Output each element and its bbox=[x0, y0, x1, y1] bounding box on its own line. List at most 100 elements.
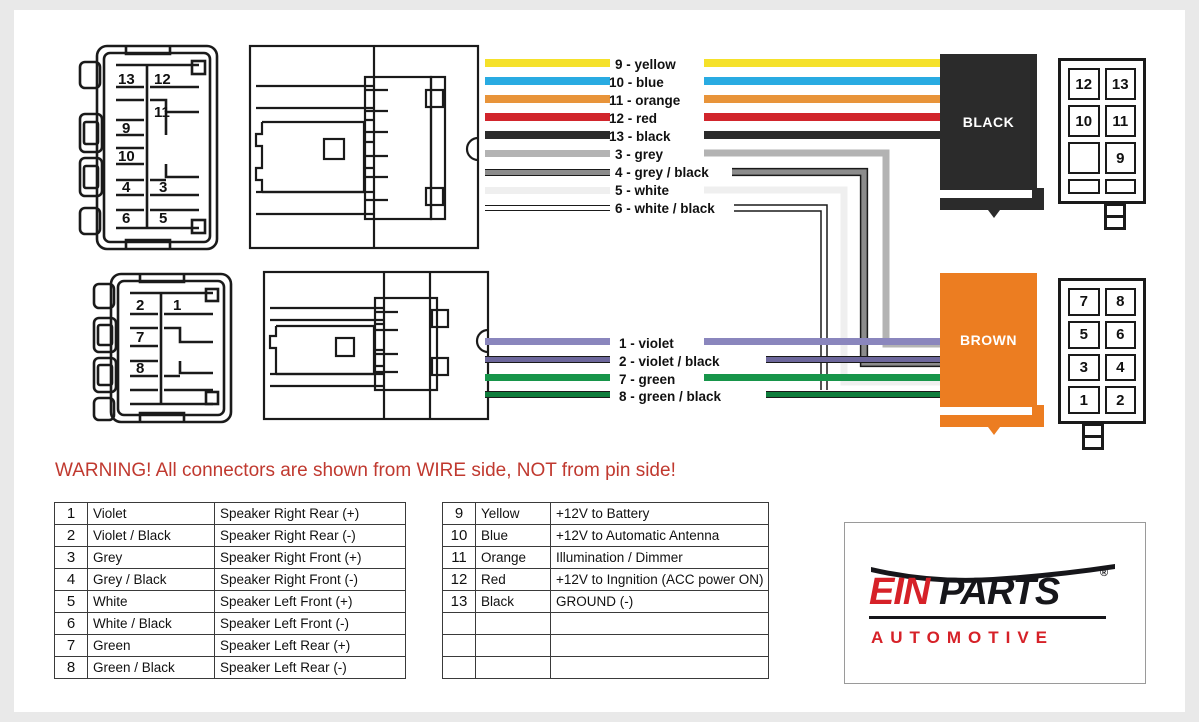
wire-label-7: 7 - green bbox=[619, 372, 676, 387]
wire-routing-3456 bbox=[704, 149, 946, 390]
svg-text:13: 13 bbox=[118, 71, 135, 88]
pin-cell: 2 bbox=[1104, 386, 1136, 414]
pin-color: Black bbox=[475, 590, 551, 613]
logo-text-parts: PARTS bbox=[939, 571, 1060, 613]
wire-run-9 bbox=[704, 59, 944, 67]
wire-label-6: 6 - white / black bbox=[615, 201, 715, 216]
table-row bbox=[442, 634, 770, 657]
logo-tagline: AUTOMOTIVE bbox=[871, 628, 1055, 647]
wire-label-8: 8 - green / black bbox=[619, 389, 722, 404]
wire-label-9: 9 - yellow bbox=[615, 57, 676, 72]
pin-color bbox=[475, 634, 551, 657]
wire-run-7 bbox=[704, 374, 944, 381]
pin-color: Grey / Black bbox=[87, 568, 215, 591]
wire-stub-9 bbox=[485, 59, 610, 67]
table-row: 10 Blue +12V to Automatic Antenna bbox=[442, 524, 770, 547]
wire-label-3: 3 - grey bbox=[615, 147, 664, 162]
pin-cell: 12 bbox=[1068, 68, 1100, 100]
pin-function: Speaker Left Rear (+) bbox=[214, 634, 406, 657]
pin-color: Grey bbox=[87, 546, 215, 569]
svg-text:5: 5 bbox=[159, 210, 167, 227]
pin-function bbox=[549, 656, 770, 679]
table-row: 4 Grey / Black Speaker Right Front (-) bbox=[54, 568, 406, 591]
svg-text:7: 7 bbox=[136, 329, 144, 346]
pingrid-brown-stem-foot bbox=[1082, 435, 1104, 450]
pin-color: White / Black bbox=[87, 612, 215, 635]
pin-number bbox=[442, 634, 476, 657]
warning-text: WARNING! All connectors are shown from W… bbox=[55, 460, 676, 481]
table-row: 11 Orange Illumination / Dimmer bbox=[442, 546, 770, 569]
pin-function: Speaker Left Front (+) bbox=[214, 590, 406, 613]
pin-number: 11 bbox=[442, 546, 476, 569]
svg-text:8: 8 bbox=[136, 360, 144, 377]
pin-number: 12 bbox=[442, 568, 476, 591]
wire-stub-1 bbox=[485, 338, 610, 345]
pin-function: GROUND (-) bbox=[549, 590, 770, 613]
pin-cell: 4 bbox=[1104, 353, 1136, 382]
wire-run-1 bbox=[704, 338, 944, 345]
wire-label-13: 13 - black bbox=[609, 129, 671, 144]
pin-function: Speaker Left Front (-) bbox=[214, 612, 406, 635]
logo-text-ein: EIN bbox=[869, 571, 930, 613]
table-row: 2 Violet / Black Speaker Right Rear (-) bbox=[54, 524, 406, 547]
svg-text:12: 12 bbox=[154, 71, 171, 88]
pin-color: Violet / Black bbox=[87, 524, 215, 547]
pin-cell: 6 bbox=[1104, 320, 1136, 349]
wire-run-8 bbox=[766, 391, 944, 398]
table-row bbox=[442, 612, 770, 635]
svg-text:2: 2 bbox=[136, 297, 144, 314]
wire-stub-13 bbox=[485, 131, 610, 139]
pin-cell: 7 bbox=[1068, 288, 1100, 316]
pingrid-black-stem-foot bbox=[1104, 215, 1126, 230]
connector-top-left: 13 12 11 9 10 4 3 6 5 bbox=[74, 40, 239, 255]
pin-cell: 8 bbox=[1104, 288, 1136, 316]
table-row: 5 White Speaker Left Front (+) bbox=[54, 590, 406, 613]
table-row bbox=[442, 656, 770, 679]
pin-color bbox=[475, 656, 551, 679]
svg-text:4: 4 bbox=[122, 179, 131, 196]
pin-cell: 11 bbox=[1104, 105, 1136, 137]
pin-color: Green / Black bbox=[87, 656, 215, 679]
pin-number: 9 bbox=[442, 502, 476, 525]
pin-function: Speaker Left Rear (-) bbox=[214, 656, 406, 679]
brand-logo: EIN PARTS ® AUTOMOTIVE bbox=[844, 522, 1146, 684]
pin-function: +12V to Ingnition (ACC power ON) bbox=[549, 568, 770, 591]
wire-run-10 bbox=[704, 77, 944, 85]
diagram-page: 13 12 11 9 10 4 3 6 5 2 1 7 8 9 - yellow… bbox=[0, 0, 1199, 722]
pin-cell bbox=[1068, 179, 1100, 194]
wire-label-1: 1 - violet bbox=[619, 336, 674, 351]
svg-text:9: 9 bbox=[122, 120, 130, 137]
pin-table-left: 1 Violet Speaker Right Rear (+) 2 Violet… bbox=[54, 502, 406, 679]
pin-function: Speaker Right Front (-) bbox=[214, 568, 406, 591]
pin-number: 3 bbox=[54, 546, 88, 569]
pin-number bbox=[442, 656, 476, 679]
svg-text:6: 6 bbox=[122, 210, 130, 227]
wire-run-2 bbox=[766, 356, 944, 363]
wire-stub-12 bbox=[485, 113, 610, 121]
black-block-tab bbox=[940, 188, 1044, 218]
wire-label-10: 10 - blue bbox=[609, 75, 664, 90]
pin-number: 13 bbox=[442, 590, 476, 613]
wire-stub-6 bbox=[485, 205, 610, 211]
pin-number: 2 bbox=[54, 524, 88, 547]
wire-stub-3 bbox=[485, 150, 610, 157]
pin-table-right: 9 Yellow +12V to Battery 10 Blue +12V to… bbox=[442, 502, 770, 679]
pin-number: 4 bbox=[54, 568, 88, 591]
table-row: 9 Yellow +12V to Battery bbox=[442, 502, 770, 525]
svg-text:11: 11 bbox=[154, 104, 170, 121]
wire-run-11 bbox=[704, 95, 944, 103]
pin-number: 5 bbox=[54, 590, 88, 613]
brown-block-label: BROWN bbox=[960, 332, 1017, 348]
logo-registered-mark: ® bbox=[1100, 567, 1109, 579]
pin-function bbox=[549, 612, 770, 635]
table-row: 13 Black GROUND (-) bbox=[442, 590, 770, 613]
pin-color: Green bbox=[87, 634, 215, 657]
pin-function: Illumination / Dimmer bbox=[549, 546, 770, 569]
pin-cell: 10 bbox=[1068, 105, 1100, 137]
pin-number bbox=[442, 612, 476, 635]
wire-stub-7 bbox=[485, 374, 610, 381]
wire-label-12: 12 - red bbox=[609, 111, 658, 126]
wire-label-2: 2 - violet / black bbox=[619, 354, 720, 369]
pin-number: 6 bbox=[54, 612, 88, 635]
svg-text:1: 1 bbox=[173, 297, 181, 314]
